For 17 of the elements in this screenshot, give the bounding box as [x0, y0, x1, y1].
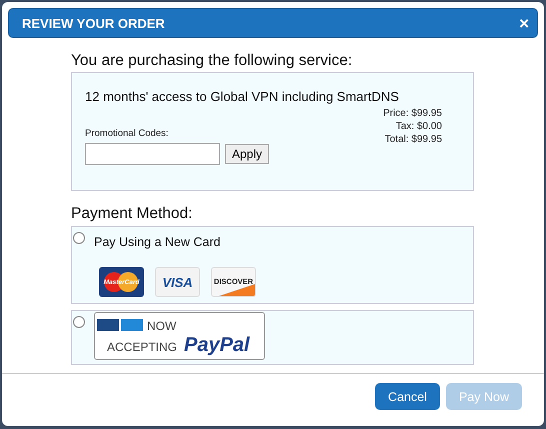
radio-button[interactable]	[73, 316, 85, 328]
close-button[interactable]: ×	[519, 14, 529, 32]
dialog-title: REVIEW YOUR ORDER	[22, 16, 165, 30]
card-logo: VISA	[155, 267, 200, 297]
section-heading: Payment Method:	[71, 205, 194, 223]
payment-option-label: Pay Using a New Card	[94, 235, 220, 249]
service-description: 12 months' access to Global VPN including SmartDNS	[85, 89, 400, 104]
promo-code-field[interactable]	[85, 143, 220, 165]
apply-button[interactable]: Apply	[225, 144, 270, 164]
section-heading: You are purchasing the following service:	[71, 52, 354, 70]
cancel-button[interactable]: Cancel	[375, 383, 440, 410]
promo-code-label: Promotional Codes:	[85, 128, 170, 139]
paypal-logo: NOW ACCEPTING PayPal	[94, 312, 265, 360]
price-line: Tax: $0.00	[396, 120, 442, 133]
radio-button[interactable]	[73, 232, 85, 244]
price-line: Price: $99.95	[383, 107, 442, 120]
price-line: Total: $99.95	[384, 133, 442, 146]
